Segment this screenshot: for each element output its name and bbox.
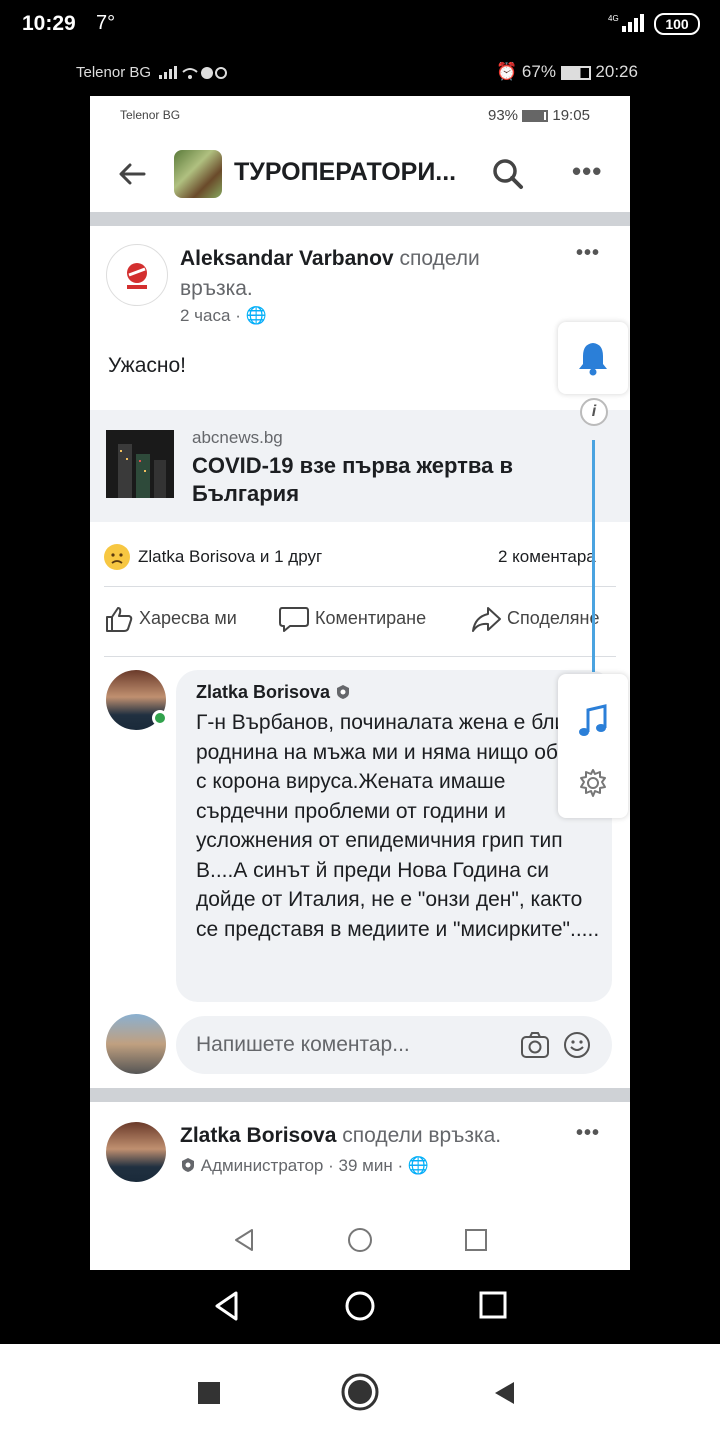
post-text: Ужасно!: [108, 354, 186, 377]
profile-logo-icon: [127, 263, 147, 289]
back-triangle-icon[interactable]: [492, 1380, 518, 1406]
settings-gear-icon[interactable]: [578, 768, 608, 798]
post2-header: Zlatka Borisova сподели връзка.: [180, 1124, 501, 1148]
thumbs-up-icon: [106, 607, 133, 632]
comment-input[interactable]: Напишете коментар...: [176, 1016, 612, 1074]
post2-role: Администратор: [200, 1156, 324, 1175]
home-circle-icon[interactable]: [346, 1226, 374, 1254]
battery-icon: [522, 110, 549, 123]
globe-icon: 🌐: [407, 1156, 430, 1175]
status-temperature: 7°: [96, 12, 116, 34]
my-avatar: [106, 1014, 166, 1074]
search-icon[interactable]: [492, 158, 524, 190]
screenshot-stage: 10:29 7° 4G 100 Telenor BG ⏰ 67% 20:26 T…: [0, 0, 720, 1440]
comment-button[interactable]: Коментиране: [278, 604, 426, 634]
like-button[interactable]: Харесва ми: [104, 604, 237, 634]
recents-square-icon[interactable]: [462, 1226, 490, 1254]
post-author[interactable]: Aleksandar Varbanov: [180, 247, 394, 270]
reactions-bar[interactable]: Zlatka Borisova и 1 друг 2 коментара: [104, 542, 624, 572]
more-options-icon[interactable]: •••: [572, 156, 602, 187]
online-status-dot: [152, 710, 168, 726]
link-title[interactable]: COVID-19 взе първа жертва в България: [192, 452, 552, 508]
reaction-names[interactable]: Zlatka Borisova и 1 друг: [138, 547, 322, 567]
floating-side-panel: i: [558, 322, 628, 818]
link-thumbnail: [106, 430, 174, 498]
group-header: ТУРОПЕРАТОРИ... •••: [90, 136, 630, 212]
feed-separator: [90, 1088, 630, 1102]
emoji-icon[interactable]: [562, 1030, 592, 1060]
info-icon[interactable]: i: [580, 398, 608, 426]
comment-text: Г-н Върбанов, починалата жена е близка р…: [196, 711, 600, 941]
group-thumbnail[interactable]: [174, 150, 222, 198]
home-circle-icon[interactable]: [344, 1290, 376, 1322]
recents-square-icon[interactable]: [478, 1290, 508, 1320]
globe-icon: 🌐: [245, 306, 267, 325]
back-triangle-icon[interactable]: [230, 1226, 258, 1254]
camera-icon[interactable]: [520, 1030, 550, 1060]
link-preview[interactable]: abcnews.bg COVID-19 взе първа жертва в Б…: [90, 410, 630, 522]
admin-badge-icon: [182, 1158, 194, 1172]
back-triangle-icon[interactable]: [212, 1290, 242, 1322]
group-title[interactable]: ТУРОПЕРАТОРИ...: [234, 158, 456, 187]
side-panel-top: [558, 322, 628, 394]
comment-icon: [279, 607, 309, 632]
facebook-screen: Telenor BG 93% 19:05 ТУРОПЕРАТОРИ... •••: [90, 96, 630, 1270]
post-more-icon[interactable]: •••: [576, 242, 600, 265]
side-panel-slider-track[interactable]: [592, 440, 595, 672]
battery-icon: [560, 65, 591, 80]
divider: [104, 586, 616, 587]
post-time[interactable]: 2 часа: [180, 306, 230, 325]
post2-time[interactable]: 39 мин: [339, 1156, 393, 1175]
post2-action: сподели връзка.: [342, 1124, 502, 1147]
signal-icon: 4G: [608, 14, 644, 32]
middle-status-right: ⏰ 67% 20:26: [496, 62, 638, 81]
battery-indicator: 100: [654, 13, 700, 35]
avatar[interactable]: [106, 244, 168, 306]
post2-more-icon[interactable]: •••: [576, 1122, 600, 1145]
back-arrow-icon[interactable]: [116, 158, 148, 190]
post-header: Aleksandar Varbanov сподели връзка.: [180, 244, 540, 304]
feed-separator: [90, 212, 630, 226]
svg-text:4G: 4G: [608, 14, 619, 23]
inner-status-bar: Telenor BG 93% 19:05: [90, 96, 630, 136]
share-icon: [472, 607, 501, 632]
comment-input-placeholder: Напишете коментар...: [196, 1033, 410, 1056]
inner-carrier: Telenor BG: [120, 108, 181, 122]
post-actions: Харесва ми Коментиране Споделяне: [104, 604, 624, 640]
status-time: 10:29: [22, 12, 76, 35]
middle-nav-bar: [0, 1270, 720, 1344]
alarm-icon: ⏰: [496, 62, 518, 81]
middle-status-carrier: Telenor BG: [76, 64, 228, 81]
comment-author[interactable]: Zlatka Borisova: [196, 682, 351, 703]
stop-square-icon[interactable]: [196, 1380, 222, 1406]
home-button-icon[interactable]: [340, 1372, 380, 1412]
post2-meta: Администратор · 39 мин · 🌐: [180, 1156, 429, 1176]
sad-reaction-icon: [104, 544, 130, 570]
middle-status-icons: [159, 66, 228, 80]
avatar[interactable]: [106, 1122, 166, 1182]
post2-author[interactable]: Zlatka Borisova: [180, 1124, 336, 1147]
inner-nav-bar: [90, 1208, 630, 1270]
bottom-nav-bar: [0, 1344, 720, 1440]
bell-icon[interactable]: [577, 340, 609, 376]
side-panel-bottom: [558, 674, 628, 818]
admin-badge-icon: [337, 685, 350, 699]
comment-bubble: Zlatka Borisova Г-н Върбанов, починалата…: [176, 670, 612, 1002]
post-meta: 2 часа · 🌐: [180, 306, 267, 325]
inner-status-right: 93% 19:05: [488, 107, 590, 124]
link-domain: abcnews.bg: [192, 428, 283, 447]
divider: [104, 656, 616, 657]
music-note-icon[interactable]: [577, 704, 609, 740]
